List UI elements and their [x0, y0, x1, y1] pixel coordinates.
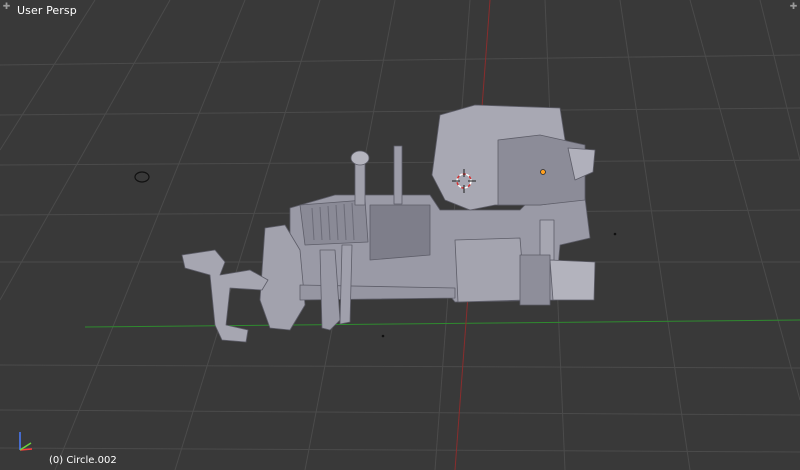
mesh-lower-box — [454, 237, 526, 303]
x-axis-line — [84, 319, 800, 328]
lamp-icon[interactable] — [134, 171, 150, 183]
mesh-grille — [299, 199, 369, 246]
object-origin — [540, 169, 546, 175]
plus-corner-icon[interactable]: ✚ — [2, 3, 11, 12]
mesh-front-arm — [181, 249, 269, 343]
mesh-exhaust-2 — [393, 145, 403, 205]
viewport-scene[interactable] — [0, 0, 800, 470]
mesh-exhaust-1 — [354, 159, 366, 206]
3d-viewport[interactable]: ✚ ✚ User Persp (0) Circle.002 — [0, 0, 800, 470]
mesh-strut — [339, 244, 353, 325]
plus-corner-icon[interactable]: ✚ — [789, 3, 798, 12]
active-object-label: (0) Circle.002 — [49, 455, 117, 466]
mesh-side-box — [549, 259, 596, 301]
mesh-exhaust-cap — [350, 150, 370, 166]
scene-dot — [613, 232, 617, 236]
axis-gizmo — [19, 432, 33, 451]
view-label: User Persp — [17, 4, 77, 17]
scene-dot — [381, 334, 385, 338]
mesh-engine — [369, 204, 431, 261]
mesh-object[interactable] — [181, 104, 596, 343]
mesh-cylinder-lower — [519, 254, 551, 306]
mesh-cylinder — [539, 219, 555, 261]
